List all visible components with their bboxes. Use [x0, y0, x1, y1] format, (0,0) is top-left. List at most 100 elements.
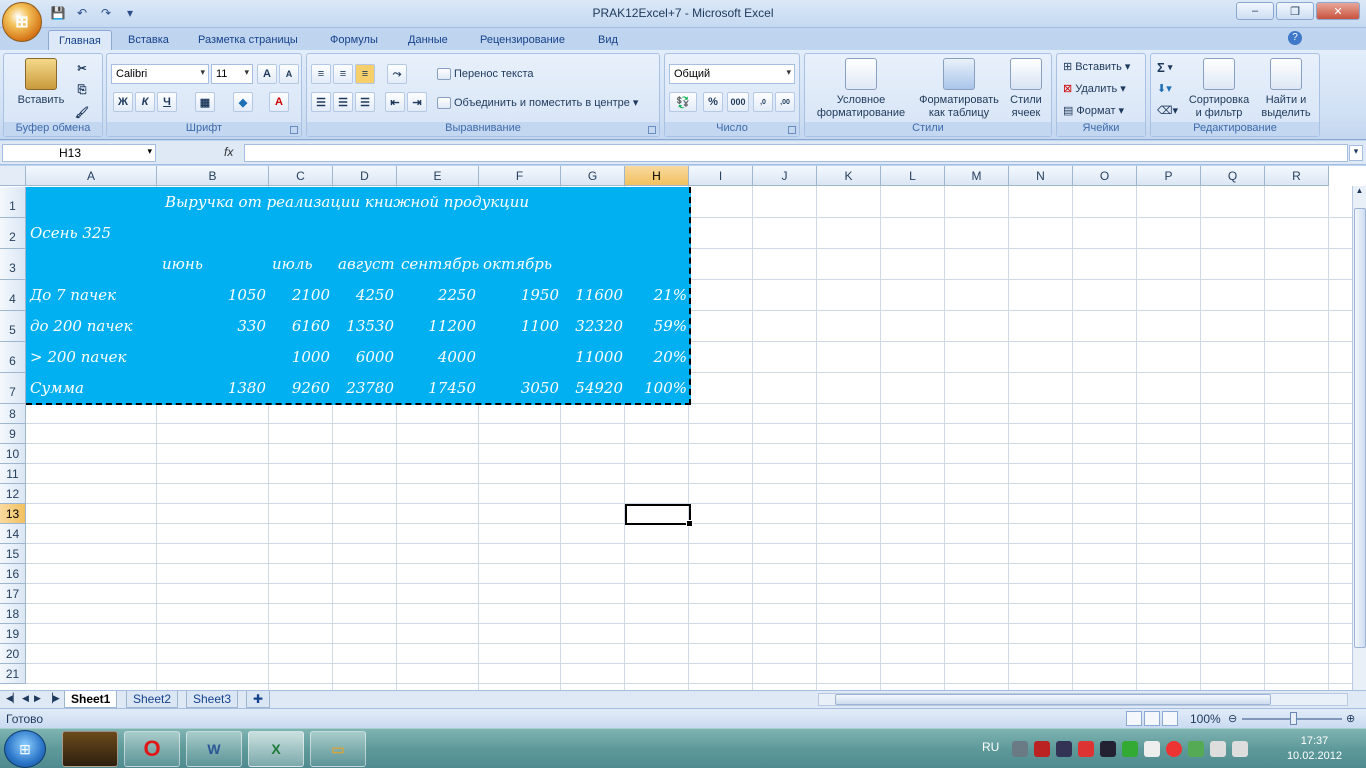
row-header-17[interactable]: 17: [0, 584, 26, 604]
sheet-tab-2[interactable]: Sheet2: [126, 691, 179, 708]
copy-icon[interactable]: ⎘: [72, 80, 92, 100]
tab-formulas[interactable]: Формулы: [320, 30, 388, 50]
month-august[interactable]: август: [338, 249, 395, 280]
value-cell-h[interactable]: 20%: [597, 342, 687, 373]
taskbar-game-icon[interactable]: [62, 731, 118, 767]
column-header-E[interactable]: E: [397, 166, 479, 186]
column-header-G[interactable]: G: [561, 166, 625, 186]
page-layout-view-icon[interactable]: [1144, 711, 1160, 726]
row-header-2[interactable]: 2: [0, 218, 26, 249]
find-select-button[interactable]: Найти и выделить: [1255, 58, 1317, 120]
close-button[interactable]: ✕: [1316, 2, 1360, 20]
cell-styles-button[interactable]: Стили ячеек: [1003, 58, 1049, 120]
delete-cells-button[interactable]: ⊠ Удалить ▾: [1063, 82, 1126, 96]
decrease-decimal-icon[interactable]: ,00: [775, 92, 795, 112]
value-cell-e[interactable]: 4000: [386, 342, 476, 373]
row-header-11[interactable]: 11: [0, 464, 26, 484]
month-june[interactable]: июнь: [162, 249, 203, 280]
dialog-launcher-icon[interactable]: [648, 126, 656, 134]
zoom-level[interactable]: 100%: [1190, 712, 1221, 726]
format-painter-icon[interactable]: 🖌: [72, 102, 92, 122]
grow-font-icon[interactable]: A: [257, 64, 277, 84]
orientation-icon[interactable]: ⤳: [387, 64, 407, 84]
thousands-button[interactable]: 000: [727, 92, 749, 112]
zoom-out-icon[interactable]: ⊖: [1228, 712, 1237, 725]
prev-sheet-icon[interactable]: ◀: [22, 693, 29, 704]
active-cell[interactable]: [625, 504, 693, 527]
column-header-R[interactable]: R: [1265, 166, 1329, 186]
row-header-19[interactable]: 19: [0, 624, 26, 644]
font-size-select[interactable]: 11: [211, 64, 253, 84]
row-header-18[interactable]: 18: [0, 604, 26, 624]
font-name-select[interactable]: Calibri: [111, 64, 209, 84]
value-cell-h[interactable]: 59%: [597, 311, 687, 342]
insert-cells-button[interactable]: ⊞ Вставить ▾: [1063, 60, 1130, 74]
month-october[interactable]: октябрь: [483, 249, 552, 280]
row-header-6[interactable]: 6: [0, 342, 26, 373]
row-header-16[interactable]: 16: [0, 564, 26, 584]
row-label-cell[interactable]: Сумма: [30, 373, 84, 404]
minimize-button[interactable]: –: [1236, 2, 1274, 20]
dialog-launcher-icon[interactable]: [290, 126, 298, 134]
bluetooth-icon[interactable]: [1100, 741, 1116, 757]
taskbar-opera-icon[interactable]: O: [124, 731, 180, 767]
sort-filter-button[interactable]: Сортировка и фильтр: [1185, 58, 1253, 120]
row-header-8[interactable]: 8: [0, 404, 26, 424]
expand-formula-icon[interactable]: ▾: [1349, 145, 1363, 161]
value-cell-h[interactable]: 21%: [597, 280, 687, 311]
tab-home[interactable]: Главная: [48, 30, 112, 50]
row-label-cell[interactable]: > 200 пачек: [30, 342, 127, 373]
column-header-N[interactable]: N: [1009, 166, 1073, 186]
taskbar-explorer-icon[interactable]: ▭: [310, 731, 366, 767]
column-header-C[interactable]: C: [269, 166, 333, 186]
office-button[interactable]: ⊞: [2, 2, 42, 42]
dialog-launcher-icon[interactable]: [788, 126, 796, 134]
conditional-formatting-button[interactable]: Условное форматирование: [809, 58, 913, 120]
tab-view[interactable]: Вид: [588, 30, 628, 50]
page-break-view-icon[interactable]: [1162, 711, 1178, 726]
column-header-P[interactable]: P: [1137, 166, 1201, 186]
value-cell-e[interactable]: 2250: [386, 280, 476, 311]
borders-icon[interactable]: ▦: [195, 92, 215, 112]
value-cell-d[interactable]: 23780: [304, 373, 394, 404]
fill-color-icon[interactable]: ◆: [233, 92, 253, 112]
insert-sheet-icon[interactable]: ✚: [246, 691, 270, 708]
italic-button[interactable]: К: [135, 92, 155, 112]
number-format-select[interactable]: Общий: [669, 64, 795, 84]
row-label-cell[interactable]: До 7 пачек: [30, 280, 116, 311]
column-header-Q[interactable]: Q: [1201, 166, 1265, 186]
format-as-table-button[interactable]: Форматировать как таблицу: [915, 58, 1003, 120]
vertical-scrollbar[interactable]: ▲: [1352, 186, 1366, 690]
column-header-H[interactable]: H: [625, 166, 689, 186]
column-header-K[interactable]: K: [817, 166, 881, 186]
cut-icon[interactable]: ✂: [72, 58, 92, 78]
network-icon[interactable]: [1210, 741, 1226, 757]
row-header-12[interactable]: 12: [0, 484, 26, 504]
scroll-up-icon[interactable]: ▲: [1353, 186, 1366, 195]
next-sheet-icon[interactable]: ▶: [34, 693, 41, 704]
tray-antivirus-icon[interactable]: [1166, 741, 1182, 757]
column-header-O[interactable]: O: [1073, 166, 1137, 186]
last-sheet-icon[interactable]: ▕▶: [46, 693, 60, 704]
column-header-B[interactable]: B: [157, 166, 269, 186]
row-label-cell[interactable]: до 200 пачек: [30, 311, 132, 342]
tray-pdf-icon[interactable]: [1034, 741, 1050, 757]
percent-button[interactable]: %: [703, 92, 723, 112]
taskbar-word-icon[interactable]: W: [186, 731, 242, 767]
value-cell-e[interactable]: 11200: [386, 311, 476, 342]
month-july[interactable]: июль: [272, 249, 313, 280]
row-header-1[interactable]: 1: [0, 187, 26, 218]
format-cells-button[interactable]: ▤ Формат ▾: [1063, 104, 1124, 118]
bold-button[interactable]: Ж: [113, 92, 133, 112]
first-sheet-icon[interactable]: ◀▏: [6, 693, 20, 704]
row-header-15[interactable]: 15: [0, 544, 26, 564]
value-cell-h[interactable]: 100%: [597, 373, 687, 404]
align-right-icon[interactable]: ☰: [355, 92, 375, 112]
tray-nvidia-icon[interactable]: [1188, 741, 1204, 757]
tray-security-icon[interactable]: [1122, 741, 1138, 757]
row-header-4[interactable]: 4: [0, 280, 26, 311]
underline-button[interactable]: Ч: [157, 92, 177, 112]
language-indicator[interactable]: RU: [982, 740, 999, 754]
zoom-slider-knob[interactable]: [1290, 712, 1297, 725]
autosum-icon[interactable]: Σ ▾: [1157, 60, 1172, 75]
